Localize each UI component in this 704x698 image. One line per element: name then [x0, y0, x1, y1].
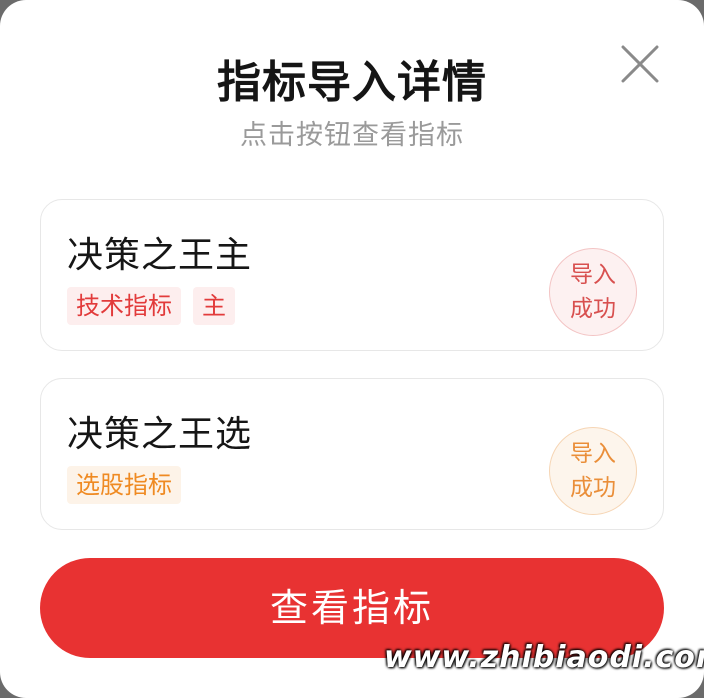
stamp-line-2: 成功: [570, 296, 616, 322]
tag-stock-selection-indicator: 选股指标: [67, 466, 181, 504]
dialog-subtitle: 点击按钮查看指标: [240, 120, 464, 151]
stamp-line-1: 导入: [570, 441, 616, 467]
indicator-card-decision-king-main: 决策之王主 技术指标 主 导入 成功: [40, 199, 664, 351]
watermark-text: www.zhibiaodi.com: [384, 640, 704, 675]
tag-main: 主: [193, 287, 235, 325]
import-success-stamp: 导入 成功: [549, 427, 637, 515]
indicator-name: 决策之王选: [67, 414, 253, 455]
dialog-title: 指标导入详情: [217, 57, 487, 108]
import-success-stamp: 导入 成功: [549, 248, 637, 336]
import-details-dialog: 指标导入详情 点击按钮查看指标 决策之王主 技术指标 主 导入 成功 决策之王选…: [0, 0, 704, 698]
tag-technical-indicator: 技术指标: [67, 287, 181, 325]
stamp-line-1: 导入: [570, 262, 616, 288]
stamp-line-2: 成功: [570, 475, 616, 501]
indicator-name: 决策之王主: [67, 235, 253, 276]
indicator-tags: 选股指标: [67, 466, 181, 504]
indicator-card-decision-king-select: 决策之王选 选股指标 导入 成功: [40, 378, 664, 530]
close-icon[interactable]: [620, 44, 660, 84]
indicator-tags: 技术指标 主: [67, 287, 235, 325]
